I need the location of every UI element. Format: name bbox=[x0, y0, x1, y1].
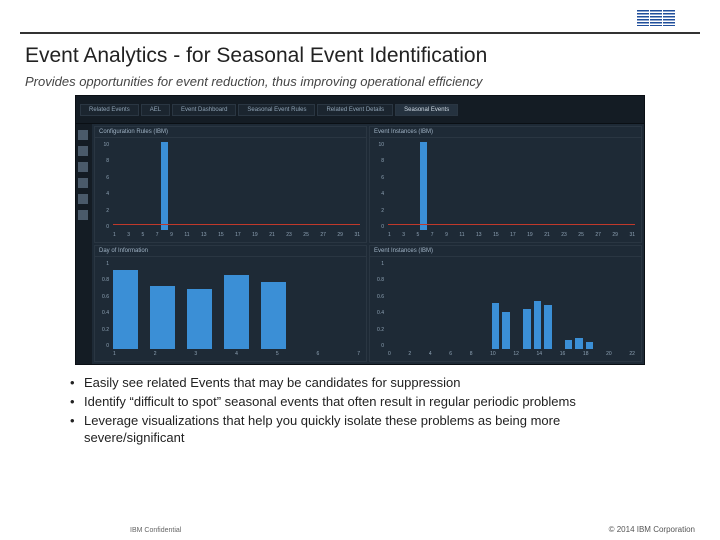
tool-icon[interactable] bbox=[78, 130, 88, 140]
confidential-label: IBM Confidential bbox=[130, 527, 181, 534]
y-axis: 10.80.60.40.20 bbox=[370, 261, 386, 349]
tool-icon[interactable] bbox=[78, 162, 88, 172]
bar bbox=[586, 342, 593, 349]
bar bbox=[544, 305, 551, 349]
tab-bar: Related Events AEL Event Dashboard Seaso… bbox=[76, 96, 644, 124]
tab-event-dashboard[interactable]: Event Dashboard bbox=[172, 104, 236, 116]
bar bbox=[161, 142, 168, 230]
chart-grid: Configuration Rules (IBM) 1086420 135791… bbox=[92, 124, 644, 364]
bar bbox=[492, 303, 499, 349]
bars bbox=[113, 142, 360, 230]
bar bbox=[523, 309, 530, 349]
bar bbox=[187, 289, 212, 349]
x-axis: 135791113151719212325272931 bbox=[388, 232, 635, 242]
y-axis: 1086420 bbox=[370, 142, 386, 230]
bar bbox=[502, 312, 509, 349]
chart-plot: 1086420 135791113151719212325272931 bbox=[370, 138, 641, 242]
ibm-logo bbox=[637, 10, 675, 26]
tab-related-details[interactable]: Related Event Details bbox=[317, 104, 393, 116]
header bbox=[20, 0, 700, 34]
bullet-list: Easily see related Events that may be ca… bbox=[0, 365, 720, 447]
chart-panel-3: Day of Information 10.80.60.40.20 123456… bbox=[94, 245, 367, 362]
chart-title: Day of Information bbox=[95, 246, 366, 257]
threshold-line bbox=[113, 224, 360, 225]
copyright: © 2014 IBM Corporation bbox=[609, 525, 695, 534]
side-toolbar bbox=[76, 124, 92, 364]
bar bbox=[534, 301, 541, 349]
tab-seasonal-events[interactable]: Seasonal Events bbox=[395, 104, 458, 116]
x-axis: 1234567 bbox=[113, 351, 360, 361]
chart-title: Event Instances (IBM) bbox=[370, 127, 641, 138]
bullet-item: Leverage visualizations that help you qu… bbox=[70, 413, 660, 447]
chart-plot: 10.80.60.40.20 0246810121416182022 bbox=[370, 257, 641, 361]
chart-title: Event Instances (IBM) bbox=[370, 246, 641, 257]
page-subtitle: Provides opportunities for event reducti… bbox=[0, 72, 720, 95]
tab-seasonal-rules[interactable]: Seasonal Event Rules bbox=[238, 104, 315, 116]
threshold-line bbox=[388, 224, 635, 225]
tool-icon[interactable] bbox=[78, 178, 88, 188]
y-axis: 10.80.60.40.20 bbox=[95, 261, 111, 349]
x-axis: 0246810121416182022 bbox=[388, 351, 635, 361]
bar bbox=[575, 338, 582, 349]
chart-panel-2: Event Instances (IBM) 1086420 1357911131… bbox=[369, 126, 642, 243]
title-block: Event Analytics - for Seasonal Event Ide… bbox=[0, 34, 720, 72]
x-axis: 135791113151719212325272931 bbox=[113, 232, 360, 242]
tab-ael[interactable]: AEL bbox=[141, 104, 170, 116]
tab-related-events[interactable]: Related Events bbox=[80, 104, 139, 116]
bar bbox=[113, 270, 138, 349]
chart-plot: 1086420 135791113151719212325272931 bbox=[95, 138, 366, 242]
bullet-item: Easily see related Events that may be ca… bbox=[70, 375, 660, 392]
bars bbox=[113, 261, 360, 349]
chart-title: Configuration Rules (IBM) bbox=[95, 127, 366, 138]
bar bbox=[261, 282, 286, 349]
page-title: Event Analytics - for Seasonal Event Ide… bbox=[25, 44, 695, 68]
app-screenshot: Related Events AEL Event Dashboard Seaso… bbox=[75, 95, 645, 365]
bullet-item: Identify “difficult to spot” seasonal ev… bbox=[70, 394, 660, 411]
chart-panel-4: Event Instances (IBM) 10.80.60.40.20 024… bbox=[369, 245, 642, 362]
bar bbox=[224, 275, 249, 349]
bar bbox=[150, 286, 175, 349]
tool-icon[interactable] bbox=[78, 146, 88, 156]
tool-icon[interactable] bbox=[78, 210, 88, 220]
tool-icon[interactable] bbox=[78, 194, 88, 204]
bars bbox=[388, 142, 635, 230]
chart-panel-1: Configuration Rules (IBM) 1086420 135791… bbox=[94, 126, 367, 243]
y-axis: 1086420 bbox=[95, 142, 111, 230]
chart-plot: 10.80.60.40.20 1234567 bbox=[95, 257, 366, 361]
bar bbox=[420, 142, 427, 230]
bars bbox=[388, 261, 635, 349]
bar bbox=[565, 340, 572, 349]
